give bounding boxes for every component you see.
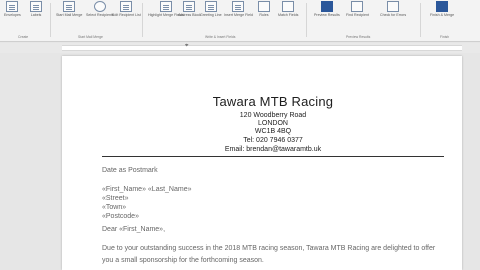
labels-button[interactable]: Labels — [30, 1, 42, 33]
group-separator — [306, 3, 307, 37]
merge-field-name: «First_Name» «Last_Name» — [102, 186, 192, 193]
group-label-start-mail-merge: Start Mail Merge — [78, 35, 103, 39]
company-name: Tawara MTB Racing — [212, 94, 334, 109]
preview-results-button[interactable]: Preview Results — [314, 1, 340, 33]
address-line-email: Email: brendan@tawaramtb.uk — [224, 146, 322, 153]
envelope-icon — [6, 1, 19, 12]
match-fields-button[interactable]: Match Fields — [278, 1, 298, 33]
horizontal-ruler[interactable] — [62, 45, 462, 51]
address-block-button[interactable]: Address Block — [178, 1, 201, 33]
header-rule — [102, 156, 444, 157]
address-line-telephone: Tel: 020 7946 0377 — [243, 137, 303, 144]
date-line: Date as Postmark — [102, 167, 158, 174]
address-block-icon — [183, 1, 196, 12]
check-for-errors-button[interactable]: Check for Errors — [380, 1, 406, 33]
envelopes-button[interactable]: Envelopes — [4, 1, 21, 33]
highlight-icon — [159, 1, 172, 12]
address-line-street: 120 Woodberry Road — [239, 112, 307, 119]
group-label-create: Create — [18, 35, 29, 39]
tab-marker-icon[interactable]: ⌖ — [185, 43, 188, 49]
match-fields-icon — [282, 1, 295, 12]
address-line-city: LONDON — [258, 120, 288, 127]
ruler-bar: ⌖ — [0, 43, 480, 53]
merge-field-postcode: «Postcode» — [102, 213, 139, 220]
salutation: Dear «First_Name», — [102, 226, 166, 233]
address-line-postcode: WC1B 4BQ — [254, 128, 292, 135]
finish-merge-icon — [436, 1, 449, 12]
rules-button[interactable]: Rules — [258, 1, 270, 33]
merge-field-town: «Town» — [102, 204, 127, 211]
rules-icon — [258, 1, 270, 12]
ribbon: Envelopes Labels Create Start Mail Merge… — [0, 0, 480, 42]
people-icon — [93, 1, 106, 12]
group-separator — [142, 3, 143, 37]
greeting-line-button[interactable]: Greeting Line — [200, 1, 222, 33]
edit-list-icon — [120, 1, 133, 12]
greeting-line-icon — [204, 1, 217, 12]
find-recipient-button[interactable]: Find Recipient — [346, 1, 369, 33]
edit-recipient-list-button[interactable]: Edit Recipient List — [112, 1, 141, 33]
finish-merge-button[interactable]: Finish & Merge — [430, 1, 454, 33]
insert-field-icon — [232, 1, 245, 12]
start-mail-merge-button[interactable]: Start Mail Merge — [56, 1, 82, 33]
merge-field-street: «Street» — [102, 195, 129, 202]
group-label-write-insert-fields: Write & Insert Fields — [205, 35, 236, 39]
labels-icon — [30, 1, 42, 12]
select-recipients-button[interactable]: Select Recipients — [86, 1, 114, 33]
preview-icon — [320, 1, 333, 12]
group-separator — [420, 3, 421, 37]
group-label-preview-results: Preview Results — [346, 35, 371, 39]
check-errors-icon — [387, 1, 400, 12]
group-label-finish: Finish — [440, 35, 450, 39]
document-page[interactable]: Tawara MTB Racing 120 Woodberry Road LON… — [62, 56, 462, 270]
group-separator — [50, 3, 51, 37]
insert-merge-field-button[interactable]: Insert Merge Field — [224, 1, 253, 33]
document-icon — [63, 1, 76, 12]
find-recipient-icon — [351, 1, 364, 12]
body-paragraph: Due to your outstanding success in the 2… — [102, 245, 436, 264]
